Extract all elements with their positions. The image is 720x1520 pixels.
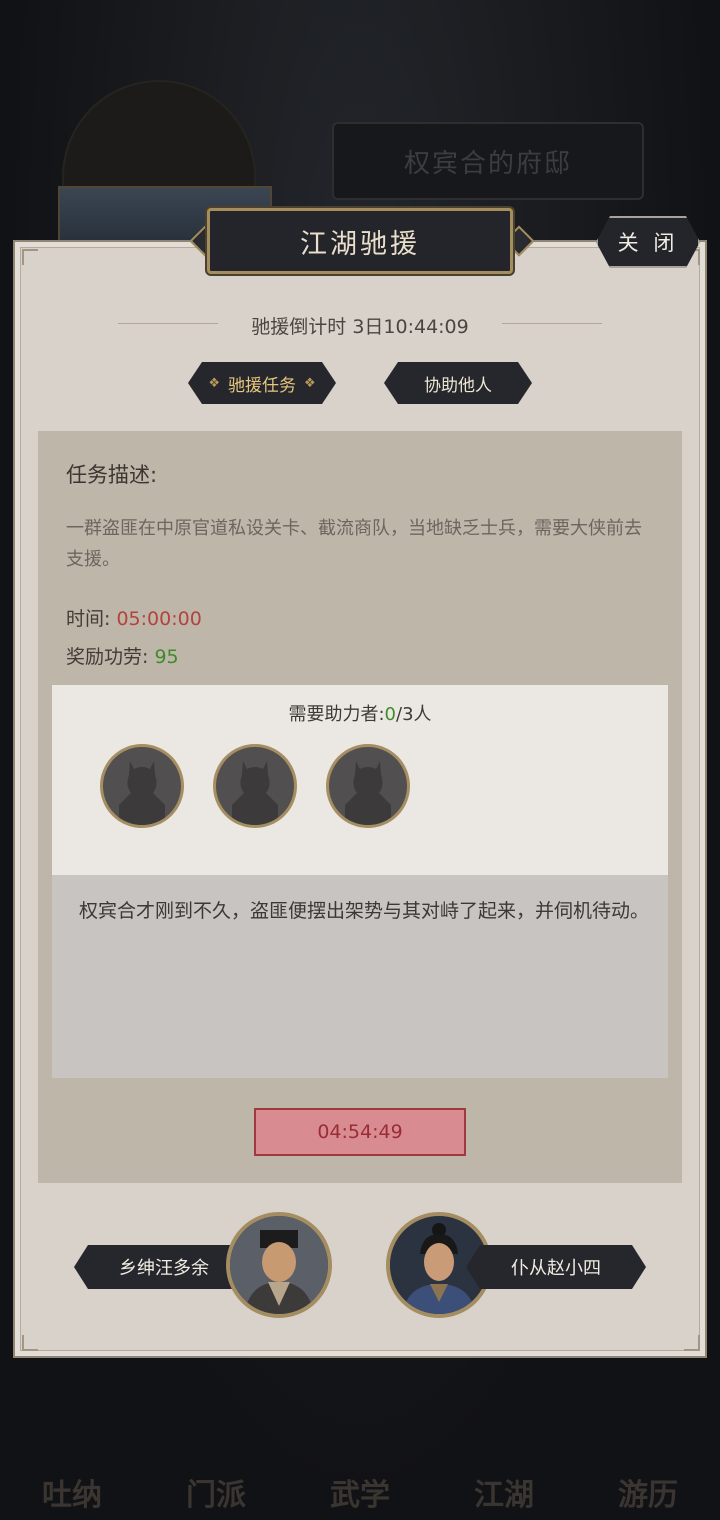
npc-name-servant: 仆从赵小四 [466,1245,646,1289]
task-heading: 任务描述: [66,463,158,487]
task-time: 时间: 05:00:00 [66,604,202,631]
tab-label: 驰援任务 [228,375,296,396]
reward-value: 95 [154,646,179,668]
dialog-title: 江湖驰援 [207,208,513,274]
nav-item-jianghu: 江湖 [474,1478,534,1513]
story-text: 权宾合才刚到不久，盗匪便摆出架势与其对峙了起来，并伺机待动。 [79,900,650,922]
helper-slot-1[interactable] [100,744,184,828]
time-value: 05:00:00 [116,608,202,630]
tab-label: 协助他人 [424,375,492,396]
corner-ornament [684,1335,700,1351]
helper-slot-2[interactable] [213,744,297,828]
nav-item-youli: 游历 [618,1478,678,1513]
gentry-portrait-icon [230,1216,328,1314]
corner-ornament [22,1335,38,1351]
reward-label: 奖励功劳: [66,646,149,668]
task-reward: 奖励功劳: 95 [66,642,179,669]
helpers-needed: 需要助力者:0/3人 [52,700,668,726]
tab-rescue-task[interactable]: ❖ 驰援任务 ❖ [188,362,336,404]
background-mansion-title: 权宾合的府邸 [332,122,644,200]
nav-item-tuna: 吐纳 [42,1478,102,1513]
swirl-icon: ❖ [208,375,220,391]
close-button[interactable]: 关 闭 [596,216,700,268]
helpers-current: 0 [384,704,396,725]
background-bottom-nav: 吐纳 门派 武学 江湖 游历 [0,1370,720,1520]
silhouette-icon [119,761,165,825]
silhouette-icon [232,761,278,825]
helpers-label: 需要助力者: [288,704,385,725]
task-description: 一群盗匪在中原官道私设关卡、截流商队，当地缺乏士兵，需要大侠前去支援。 [66,518,642,570]
nav-item-wuxue: 武学 [330,1478,390,1513]
helpers-total: /3人 [396,704,432,725]
silhouette-icon [345,761,391,825]
time-label: 时间: [66,608,111,630]
npc-portrait-gentry[interactable] [226,1212,332,1318]
countdown-value: 3日10:44:09 [352,316,469,338]
countdown-label: 驰援倒计时 [251,316,347,338]
swirl-icon: ❖ [304,375,316,391]
corner-ornament [22,249,38,265]
task-timer-button[interactable]: 04:54:49 [254,1108,466,1156]
tab-help-others[interactable]: 协助他人 [384,362,532,404]
helper-slot-3[interactable] [326,744,410,828]
rescue-countdown: 驰援倒计时 3日10:44:09 [0,312,720,339]
nav-item-menpai: 门派 [186,1478,246,1513]
